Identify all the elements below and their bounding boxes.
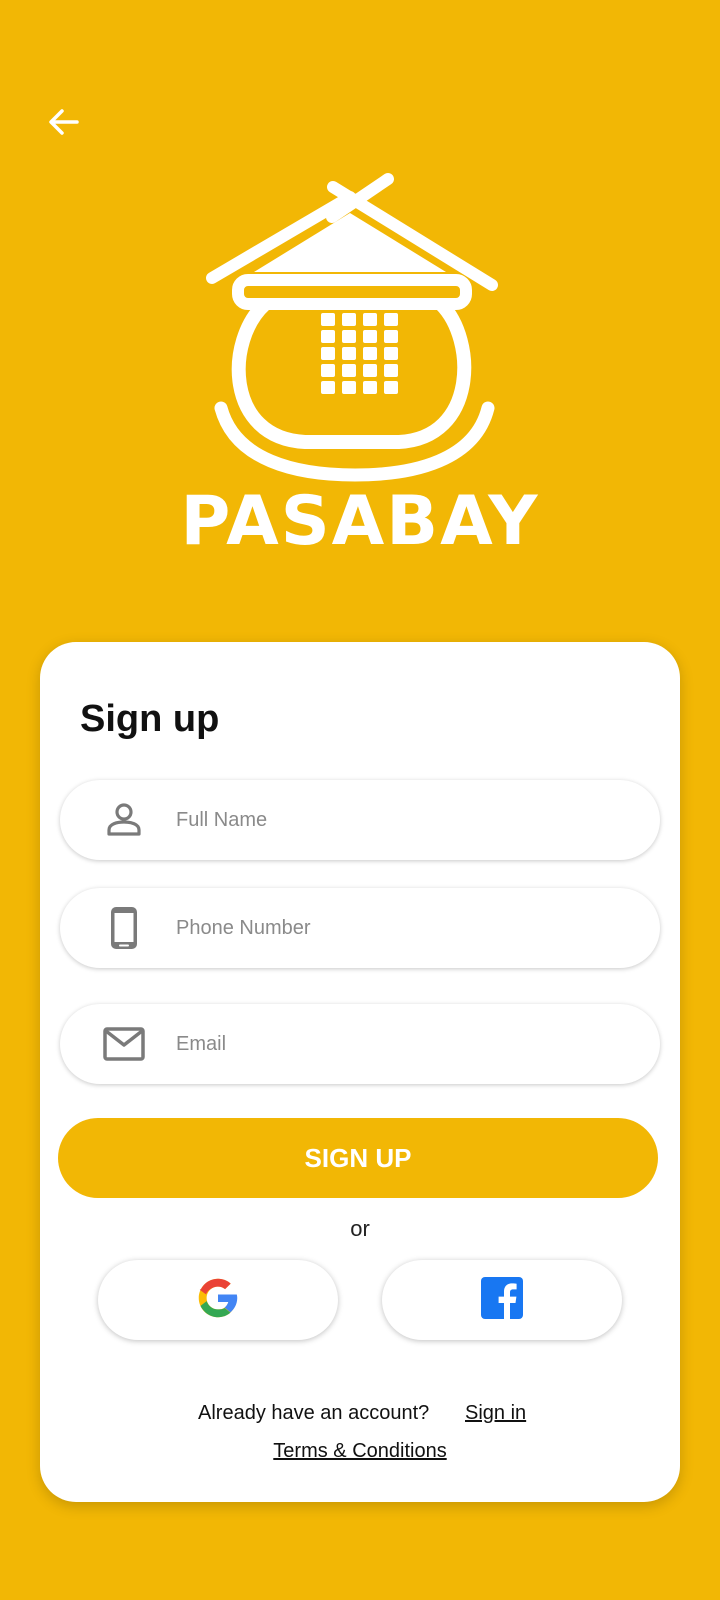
signin-link[interactable]: Sign in <box>465 1402 526 1425</box>
account-prompt-text: Already have an account? <box>198 1402 430 1424</box>
brand-name: PASABAY <box>180 482 540 561</box>
email-field[interactable] <box>60 1004 660 1084</box>
phone-number-input[interactable] <box>176 908 616 948</box>
person-icon <box>92 788 156 852</box>
email-input[interactable] <box>176 1024 616 1064</box>
signup-card: Sign up SIGN UP <box>40 642 680 1502</box>
signup-button[interactable]: SIGN UP <box>58 1118 658 1198</box>
arrow-left-icon <box>46 104 82 145</box>
google-signin-button[interactable] <box>98 1260 338 1340</box>
facebook-icon <box>481 1276 523 1324</box>
signin-prompt-row: Already have an account? Sign in <box>40 1402 680 1432</box>
facebook-signin-button[interactable] <box>382 1260 622 1340</box>
brand-logo: PASABAY <box>0 170 720 570</box>
page-title: Sign up <box>80 698 220 740</box>
or-divider: or <box>350 1216 370 1241</box>
full-name-field[interactable] <box>60 780 660 860</box>
smartphone-icon <box>92 896 156 960</box>
pot-house-logo-icon <box>205 170 515 490</box>
envelope-icon <box>92 1012 156 1076</box>
phone-number-field[interactable] <box>60 888 660 968</box>
google-icon <box>197 1277 239 1324</box>
terms-conditions-link[interactable]: Terms & Conditions <box>40 1440 680 1463</box>
full-name-input[interactable] <box>176 800 616 840</box>
back-button[interactable] <box>40 100 88 148</box>
